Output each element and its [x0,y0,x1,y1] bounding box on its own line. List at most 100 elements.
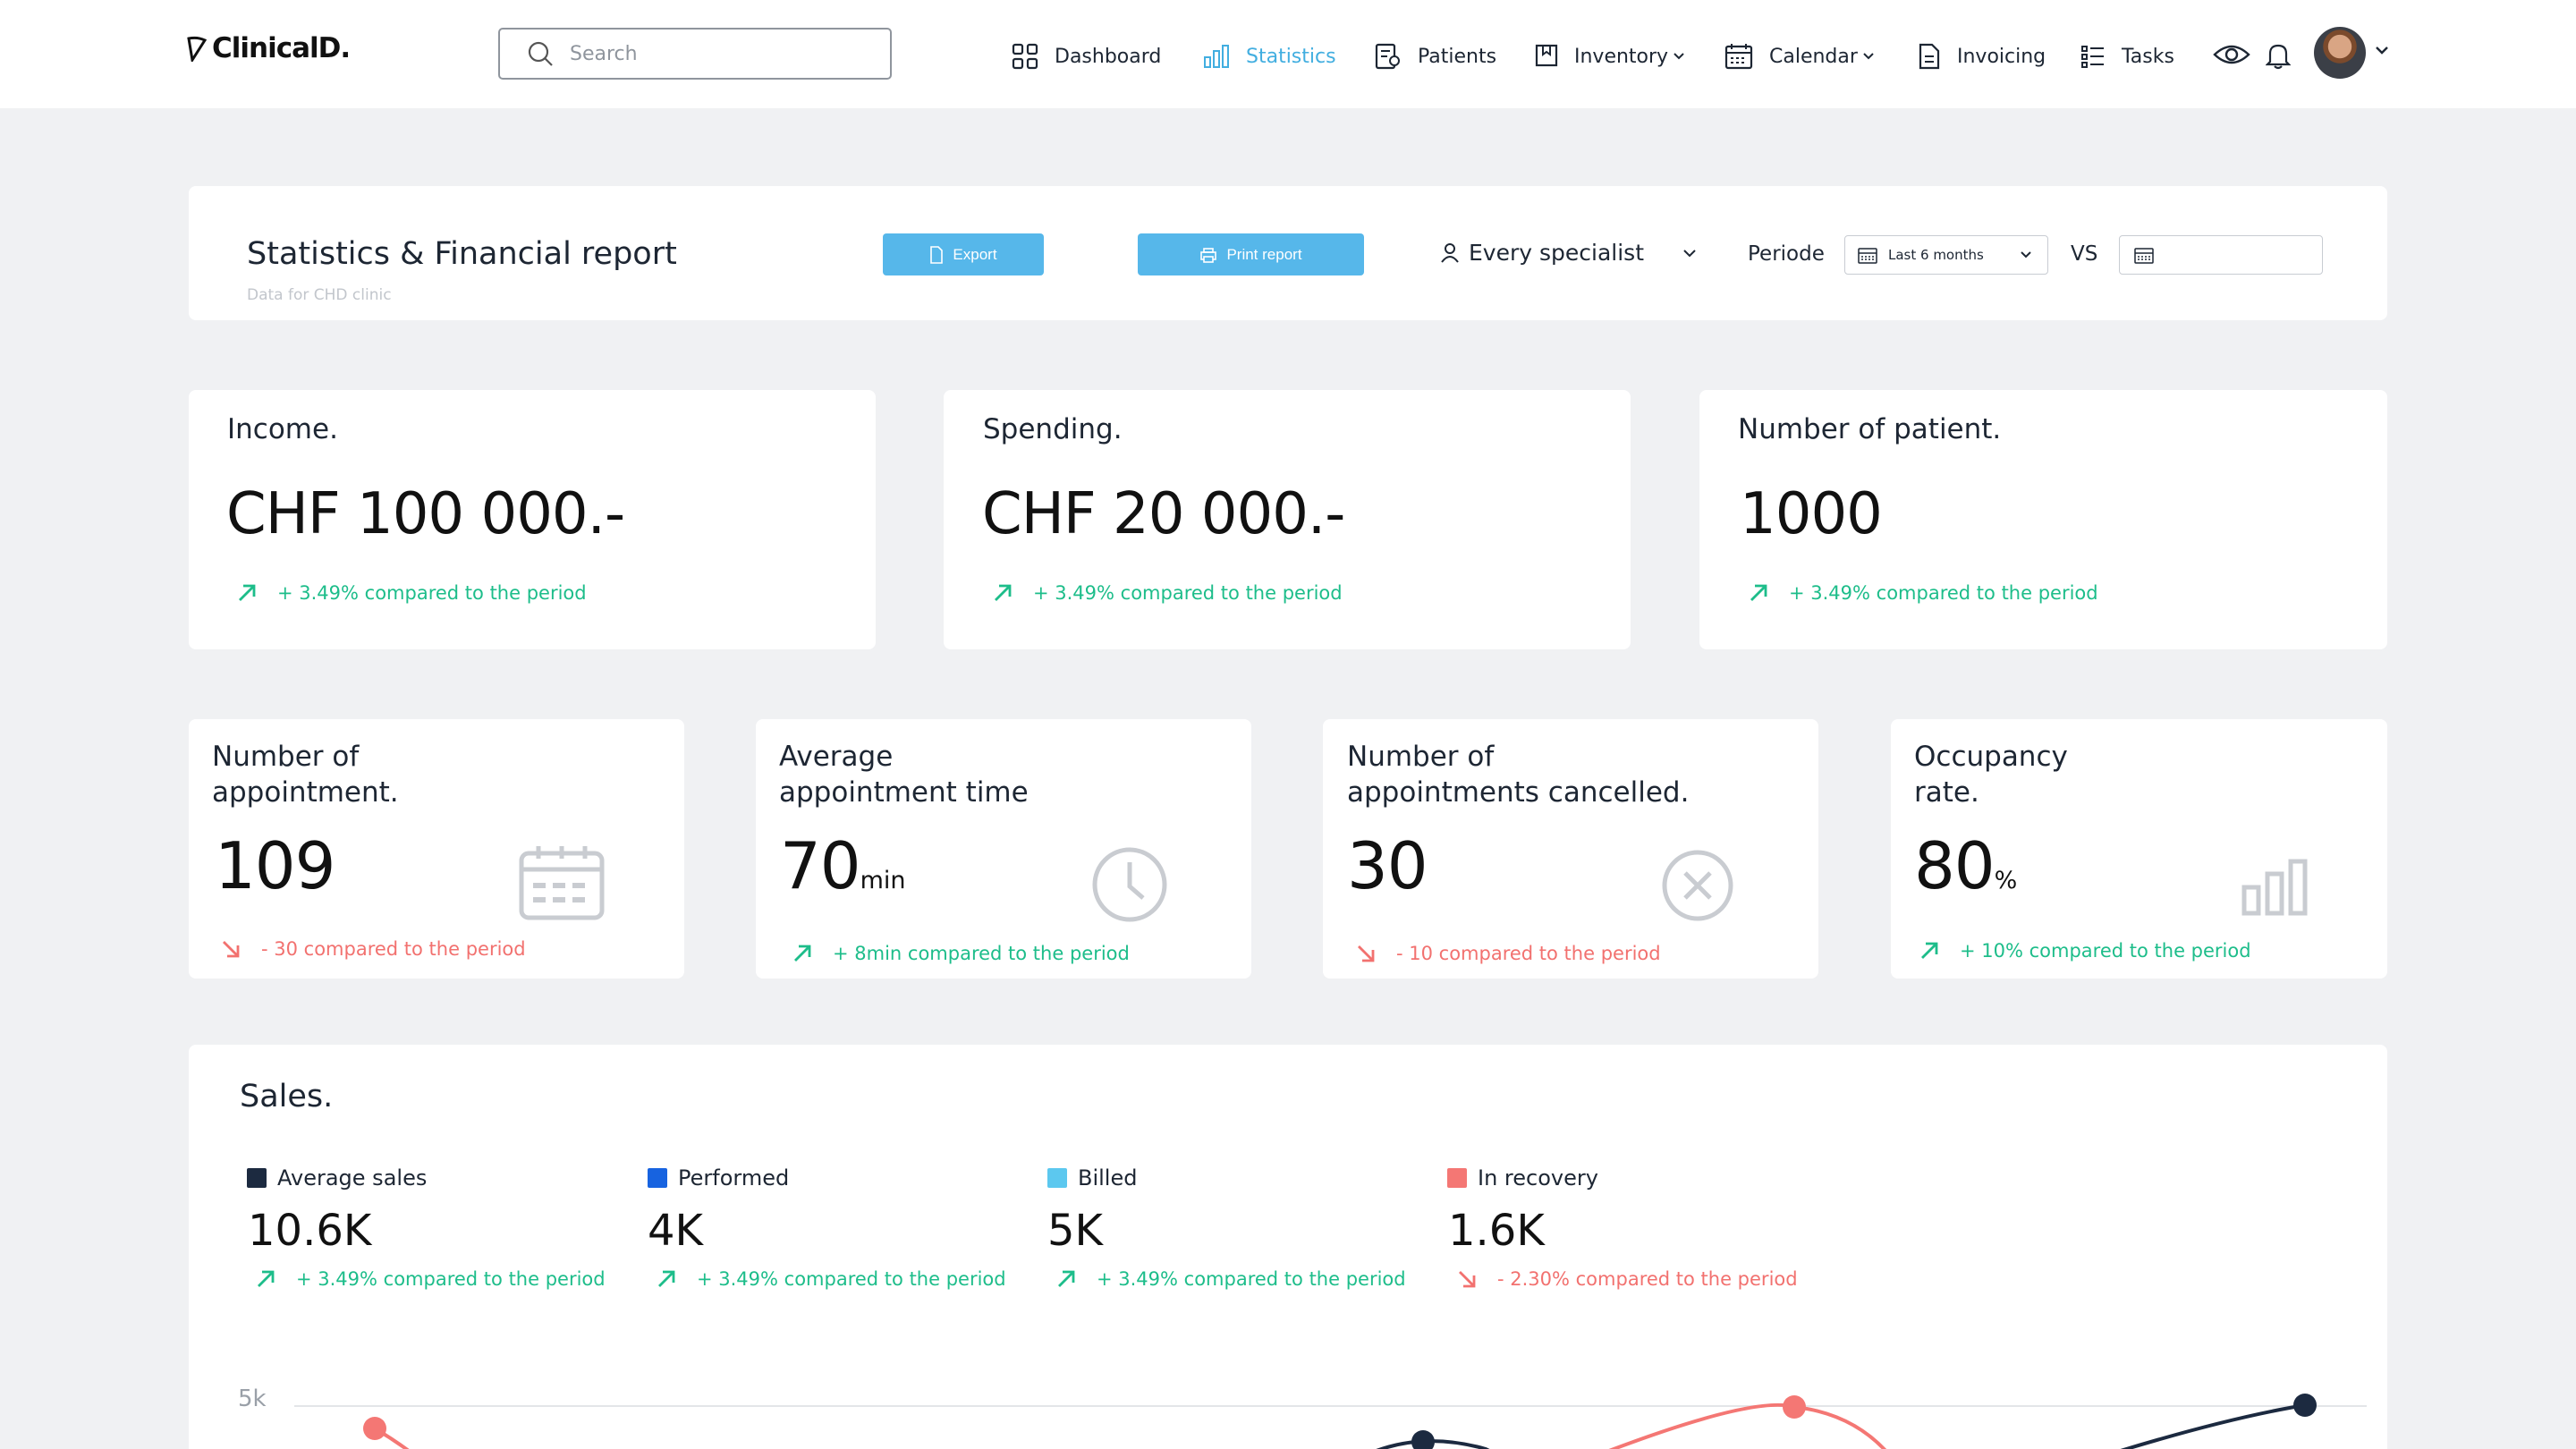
stat-title-line2: appointment. [212,776,399,809]
kpi-value: CHF 100 000.- [226,481,625,547]
kpi-value: CHF 20 000.- [982,481,1345,547]
sales-value: 1.6K [1448,1206,1545,1256]
recovery-point[interactable] [363,1417,386,1440]
user-avatar[interactable] [2314,27,2366,79]
legend-performed: Performed [648,1165,789,1191]
page-subtitle: Data for CHD clinic [247,286,392,304]
chevron-down-icon [1863,53,1874,60]
stat-number: 80 [1914,828,1996,903]
legend-label: Performed [678,1165,790,1191]
bar-chart-icon [2241,859,2308,916]
sales-delta-text: + 3.49% compared to the period [697,1268,1006,1290]
dashboard-icon [1012,43,1038,70]
kpi-delta-text: + 3.49% compared to the period [1033,582,1343,604]
calendar-icon [2134,248,2154,264]
legend-swatch [1047,1168,1067,1188]
nav-tasks[interactable]: Tasks [2080,41,2174,72]
calendar-icon [1724,44,1753,70]
legend-swatch [648,1168,667,1188]
arrow-up-right-icon [794,945,811,962]
arrow-down-right-icon [1358,945,1375,962]
eye-button[interactable] [2213,41,2250,72]
user-menu-chevron[interactable] [2374,43,2390,60]
nav-invoicing[interactable]: Invoicing [1918,41,2046,72]
stat-value: 70min [780,828,906,903]
invoice-icon [1919,43,1940,70]
stat-delta: + 8min compared to the period [792,943,1130,964]
stat-title-line1: Occupancy [1914,741,2068,773]
kpi-delta: + 3.49% compared to the period [1748,582,2098,604]
print-report-button[interactable]: Print report [1138,233,1364,275]
arrow-up-right-icon [1750,584,1767,601]
legend-swatch [247,1168,267,1188]
kpi-delta-text: + 3.49% compared to the period [1789,582,2098,604]
kpi-value: 1000 [1740,481,1883,547]
stat-delta-text: - 30 compared to the period [261,938,526,960]
inventory-icon [1535,44,1558,67]
kpi-title: Income. [227,413,338,445]
average-point[interactable] [2293,1394,2317,1417]
export-button[interactable]: Export [883,233,1044,275]
chevron-down-icon [2376,47,2388,55]
periode-label: Periode [1748,242,1825,266]
stat-delta-text: - 10 compared to the period [1396,943,1661,964]
search-input[interactable] [570,42,874,65]
compare-date-input[interactable] [2119,235,2323,275]
nav-calendar[interactable]: Calendar [1724,41,1876,72]
nav-statistics-label: Statistics [1246,45,1336,68]
stat-number: 30 [1347,828,1428,903]
nav-patients-label: Patients [1418,45,1497,68]
stat-number: 70 [780,828,861,903]
eye-icon [2213,45,2250,64]
legend-label: Billed [1078,1165,1138,1191]
specialist-select[interactable]: Every specialist [1440,240,1698,266]
stat-value: 109 [215,828,335,903]
stat-value: 30 [1347,828,1428,903]
search-box[interactable] [498,28,892,80]
arrow-up-right-icon [258,1270,275,1287]
logo-text: ClinicalD. [212,32,351,64]
page-title: Statistics & Financial report [247,236,677,272]
nav-invoicing-label: Invoicing [1957,45,2046,68]
stat-title-line1: Average [779,741,894,773]
legend-label: In recovery [1478,1165,1598,1191]
nav-patients[interactable]: Patients [1375,41,1496,72]
arrow-down-right-icon [223,941,240,958]
nav-inventory[interactable]: Inventory [1535,41,1686,72]
printer-icon [1200,247,1217,263]
sales-value: 10.6K [248,1206,372,1256]
stat-title-line1: Number of [212,741,360,773]
legend-billed: Billed [1047,1165,1137,1191]
sales-delta-text: - 2.30% compared to the period [1497,1268,1798,1290]
clock-icon [1092,847,1167,922]
sales-delta-text: + 3.49% compared to the period [296,1268,606,1290]
sales-value: 4K [648,1206,704,1256]
kpi-delta: + 3.49% compared to the period [992,582,1343,604]
average-point[interactable] [1411,1430,1435,1449]
arrow-up-right-icon [1921,942,1938,959]
search-icon [528,41,553,66]
y-tick-label: 5k [238,1385,267,1412]
period-select[interactable]: Last 6 months [1844,235,2048,275]
nav-tasks-label: Tasks [2122,45,2174,68]
stat-title-line2: rate. [1914,776,1979,809]
bell-icon [2265,44,2292,70]
legend-swatch [1447,1168,1467,1188]
stat-unit: min [860,867,906,894]
average-series-line [2120,1403,2306,1449]
recovery-point[interactable] [1783,1395,1806,1419]
print-report-label: Print report [1226,245,1302,263]
app-logo[interactable]: ClinicalD. [185,32,351,64]
nav-dashboard[interactable]: Dashboard [1012,41,1161,72]
tasks-icon [2081,46,2104,68]
specialist-label: Every specialist [1469,240,1644,266]
statistics-icon [1204,45,1229,68]
sales-delta: - 2.30% compared to the period [1456,1268,1798,1290]
legend-label: Average sales [277,1165,428,1191]
nav-statistics[interactable]: Statistics [1203,41,1336,72]
stat-delta: - 10 compared to the period [1355,943,1661,964]
notifications-button[interactable] [2265,41,2292,73]
chevron-down-icon [1674,53,1684,60]
patients-icon [1375,43,1400,70]
sales-chart: 5k [238,1385,2367,1449]
